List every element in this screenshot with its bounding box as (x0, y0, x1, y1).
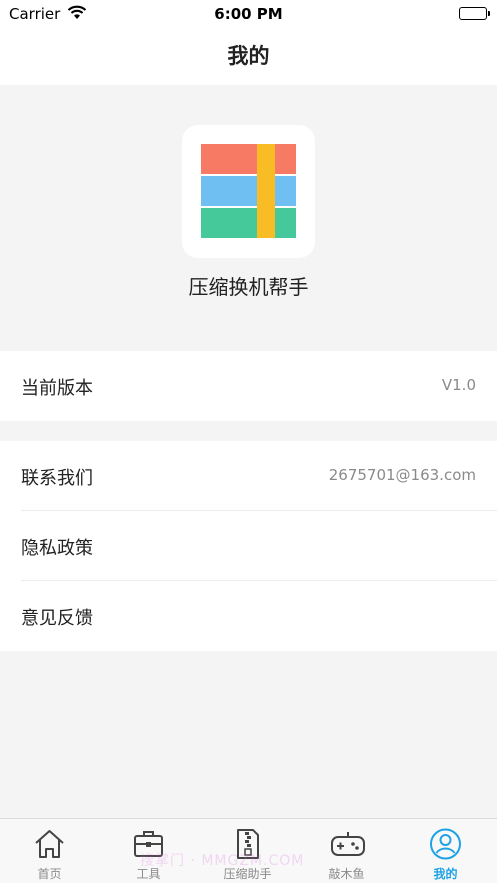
clock: 6:00 PM (214, 5, 283, 23)
tab-wooden-fish-label: 敲木鱼 (328, 867, 365, 881)
user-icon (430, 828, 461, 860)
feedback-row[interactable]: 意见反馈 (0, 581, 497, 651)
tab-compress-helper-label: 压缩助手 (223, 867, 272, 881)
privacy-policy-label: 隐私政策 (21, 538, 93, 559)
gamepad-icon (331, 832, 365, 856)
tab-bar: 首页 工具 压缩助手 敲木鱼 我的 (0, 818, 497, 883)
battery-icon (459, 7, 490, 20)
privacy-policy-row[interactable]: 隐私政策 (0, 511, 497, 581)
tab-tools[interactable]: 工具 (99, 819, 198, 883)
version-value: V1.0 (441, 376, 476, 394)
tab-tools-label: 工具 (136, 867, 161, 881)
status-bar: Carrier 6:00 PM (0, 0, 497, 30)
version-row[interactable]: 当前版本 V1.0 (0, 351, 497, 421)
contact-row[interactable]: 联系我们 2675701@163.com (0, 441, 497, 511)
app-header: 压缩换机帮手 (0, 85, 497, 350)
contact-label: 联系我们 (21, 468, 93, 489)
tab-mine-label: 我的 (433, 867, 458, 881)
contact-email: 2675701@163.com (328, 466, 476, 484)
profile-page: Carrier 6:00 PM 我的 压缩换机帮手 当前版本 V1.0 联系我们… (0, 0, 497, 883)
version-section: 当前版本 V1.0 (0, 351, 497, 421)
tab-mine[interactable]: 我的 (396, 819, 495, 883)
navigation-bar: 我的 (0, 30, 497, 85)
zip-file-icon (237, 829, 259, 859)
app-name: 压缩换机帮手 (188, 275, 309, 299)
tab-home-label: 首页 (37, 867, 62, 881)
version-label: 当前版本 (21, 378, 93, 399)
tab-wooden-fish[interactable]: 敲木鱼 (297, 819, 396, 883)
feedback-label: 意见反馈 (21, 608, 93, 629)
app-logo-icon (182, 125, 315, 258)
home-icon (35, 830, 64, 858)
page-title: 我的 (227, 44, 270, 68)
tab-home[interactable]: 首页 (0, 819, 99, 883)
info-section: 联系我们 2675701@163.com 隐私政策 意见反馈 (0, 441, 497, 651)
tab-compress-helper[interactable]: 压缩助手 (198, 819, 297, 883)
toolbox-icon (134, 831, 163, 857)
